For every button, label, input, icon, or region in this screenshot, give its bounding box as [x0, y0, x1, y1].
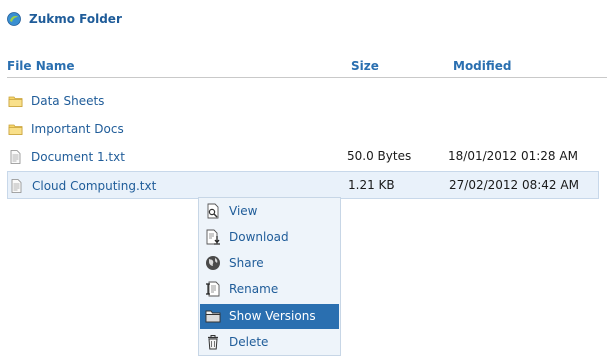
file-size: 1.21 KB: [348, 178, 395, 192]
file-name[interactable]: Data Sheets: [31, 94, 104, 108]
folder-icon: [8, 96, 23, 107]
header-divider: [7, 77, 607, 78]
trash-icon: [208, 335, 218, 350]
table-row[interactable]: Data Sheets: [7, 87, 599, 115]
globe-icon: [206, 256, 220, 270]
file-size: 50.0 Bytes: [347, 149, 412, 163]
text-file-icon: [11, 179, 22, 193]
menu-item-label: Rename: [229, 282, 279, 296]
menu-item-label: Share: [229, 256, 264, 270]
folder-icon: [205, 310, 221, 323]
table-row-selected[interactable]: Cloud Computing.txt 1.21 KB 27/02/2012 0…: [7, 171, 599, 199]
menu-item-rename[interactable]: Rename: [200, 277, 339, 302]
menu-item-label: Show Versions: [229, 309, 316, 323]
context-menu: View Download Share Rename Show Versions…: [198, 197, 341, 356]
rename-icon: [206, 281, 220, 297]
menu-item-delete[interactable]: Delete: [200, 330, 339, 355]
menu-item-share[interactable]: Share: [200, 251, 339, 276]
menu-item-label: View: [229, 204, 258, 218]
menu-item-label: Delete: [229, 335, 269, 349]
column-header-file-name[interactable]: File Name: [7, 59, 75, 73]
file-name[interactable]: Cloud Computing.txt: [32, 179, 156, 193]
download-icon: [206, 229, 220, 245]
column-header-modified[interactable]: Modified: [453, 59, 512, 73]
file-name[interactable]: Document 1.txt: [31, 150, 125, 164]
table-row[interactable]: Important Docs: [7, 115, 599, 143]
folder-icon: [8, 124, 23, 135]
menu-item-show-versions[interactable]: Show Versions: [200, 304, 339, 329]
view-icon: [207, 203, 219, 219]
menu-item-download[interactable]: Download: [200, 225, 339, 250]
menu-item-view[interactable]: View: [200, 199, 339, 224]
page-title: Zukmo Folder: [29, 12, 122, 26]
text-file-icon: [10, 150, 21, 164]
column-header-size[interactable]: Size: [351, 59, 379, 73]
file-name[interactable]: Important Docs: [31, 122, 124, 136]
menu-item-label: Download: [229, 230, 289, 244]
file-modified: 27/02/2012 08:42 AM: [449, 178, 579, 192]
zukmo-logo-icon: [7, 12, 21, 26]
file-modified: 18/01/2012 01:28 AM: [448, 149, 578, 163]
table-row[interactable]: Document 1.txt 50.0 Bytes 18/01/2012 01:…: [7, 143, 599, 171]
